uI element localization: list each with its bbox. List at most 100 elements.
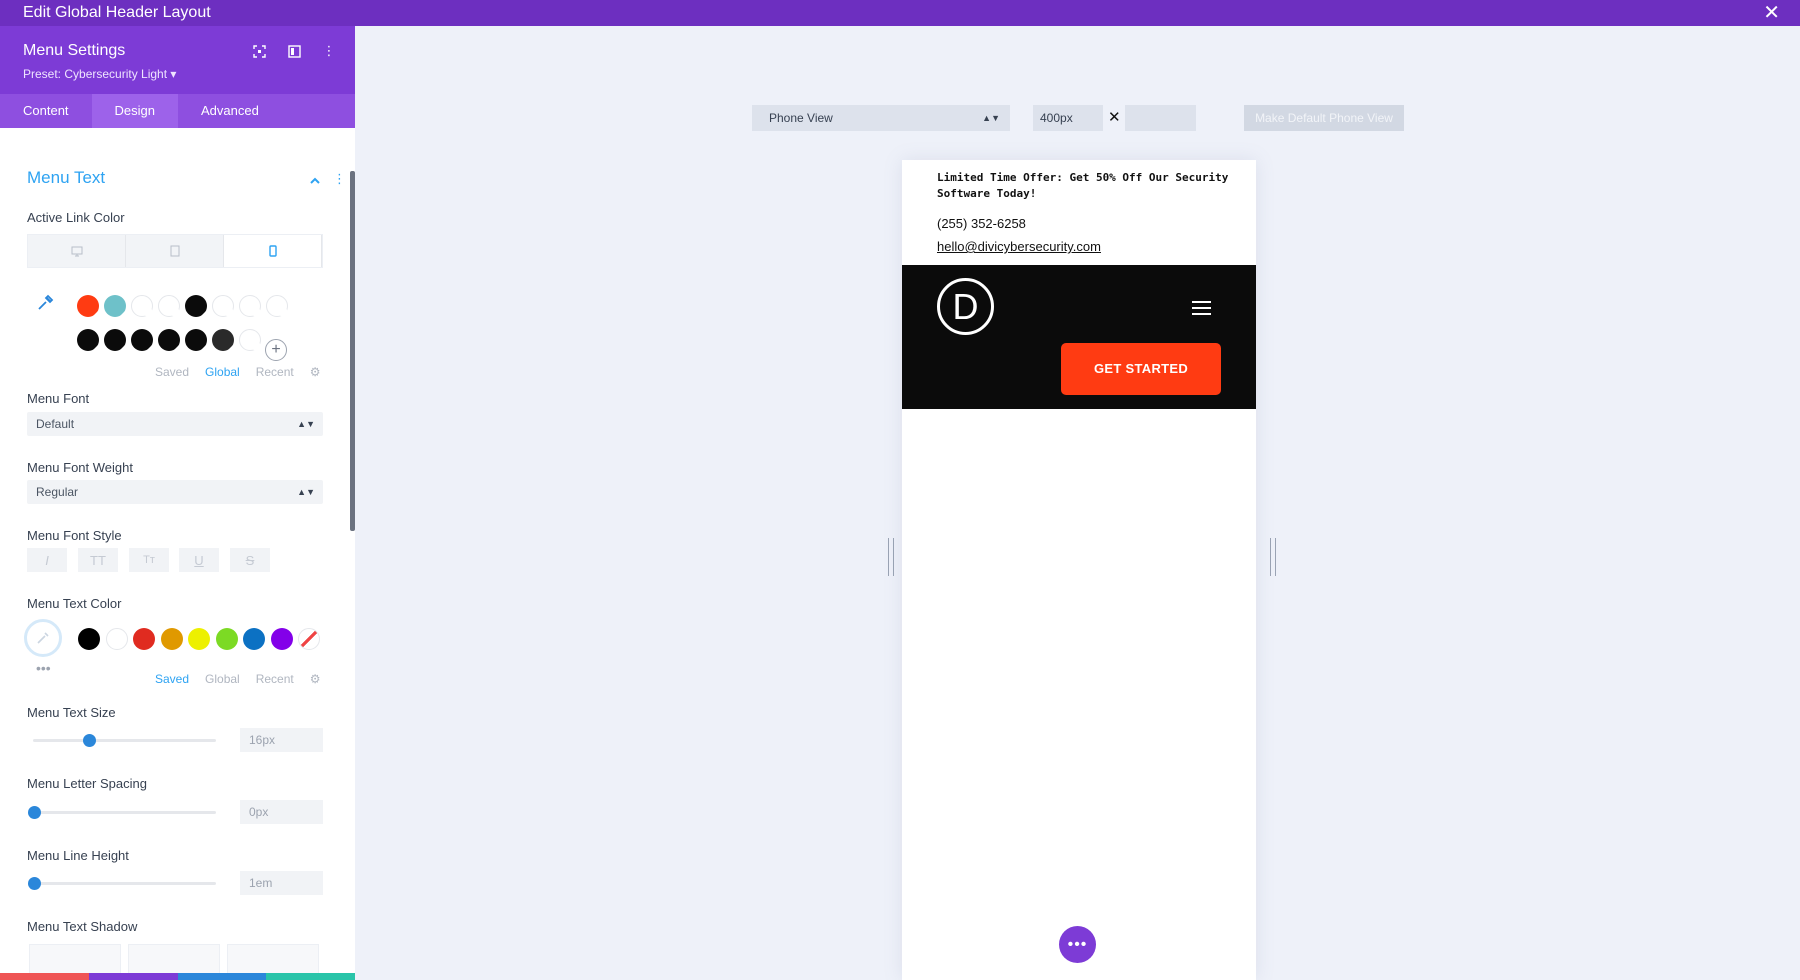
color-picker-tabs: Saved Global Recent ⚙	[155, 365, 321, 379]
menu-letter-spacing-input[interactable]: 0px	[240, 800, 323, 824]
save-button[interactable]: ✔	[266, 973, 355, 980]
color-swatch[interactable]	[212, 329, 234, 351]
slider-handle[interactable]	[82, 734, 96, 747]
hamburger-menu-icon[interactable]	[1192, 301, 1211, 315]
fullscreen-icon[interactable]	[251, 43, 267, 59]
menu-font-weight-select[interactable]: Regular ▲▼	[27, 480, 323, 504]
preset-selector[interactable]: Preset: Cybersecurity Light ▾	[23, 67, 176, 81]
resize-handle-left[interactable]	[888, 538, 894, 576]
color-swatch[interactable]	[188, 628, 210, 650]
color-swatch[interactable]	[212, 295, 234, 317]
saved-tab[interactable]: Saved	[155, 365, 189, 379]
select-arrows-icon: ▲▼	[982, 113, 1000, 123]
panel-tabs: Content Design Advanced	[0, 94, 355, 128]
top-bar: Edit Global Header Layout ✕	[0, 0, 1800, 26]
eyedropper-icon[interactable]	[36, 294, 54, 317]
menu-font-style-label: Menu Font Style	[27, 528, 122, 543]
tablet-icon[interactable]	[126, 235, 224, 267]
select-arrows-icon: ▲▼	[297, 487, 315, 497]
view-mode-select[interactable]: Phone View ▲▼	[752, 105, 1010, 131]
panel-title: Menu Settings	[23, 42, 126, 59]
section-title[interactable]: Menu Text	[27, 168, 105, 188]
color-swatch[interactable]	[133, 628, 155, 650]
menu-text-size-label: Menu Text Size	[27, 705, 116, 720]
menu-line-height-slider[interactable]	[33, 882, 216, 885]
color-swatch[interactable]	[239, 329, 261, 351]
preview-width-input[interactable]: 400px	[1033, 105, 1103, 131]
color-swatch[interactable]	[270, 628, 293, 650]
more-actions-icon[interactable]: •••	[1059, 926, 1096, 963]
slider-handle[interactable]	[28, 806, 41, 819]
color-swatch[interactable]	[131, 295, 153, 317]
color-swatch[interactable]	[266, 295, 288, 317]
more-options-icon[interactable]: ⋮	[321, 43, 337, 59]
times-icon: ✕	[1108, 109, 1121, 126]
menu-text-size-input[interactable]: 16px	[240, 728, 323, 752]
chevron-up-icon[interactable]	[310, 173, 320, 187]
gear-icon[interactable]: ⚙	[310, 672, 321, 686]
add-color-icon[interactable]: +	[265, 339, 287, 361]
global-tab[interactable]: Global	[205, 672, 240, 686]
color-swatch[interactable]	[158, 295, 180, 317]
undo-button[interactable]: ↺	[88, 973, 178, 980]
color-swatch[interactable]	[160, 628, 183, 650]
contact-phone[interactable]: (255) 352-6258	[937, 216, 1026, 231]
global-tab[interactable]: Global	[205, 365, 240, 379]
close-icon[interactable]: ✕	[1763, 2, 1780, 24]
color-swatch[interactable]	[243, 628, 265, 650]
preview-height-input[interactable]	[1125, 105, 1196, 131]
underline-icon[interactable]: U	[179, 548, 219, 572]
redo-button[interactable]: ↻	[177, 973, 267, 980]
italic-icon[interactable]: I	[27, 548, 67, 572]
offer-banner-text: Limited Time Offer: Get 50% Off Our Secu…	[937, 171, 1229, 200]
recent-tab[interactable]: Recent	[256, 365, 294, 379]
menu-letter-spacing-label: Menu Letter Spacing	[27, 776, 147, 791]
contact-email[interactable]: hello@divicybersecurity.com	[937, 239, 1101, 254]
color-swatch[interactable]	[239, 295, 261, 317]
menu-text-color-label: Menu Text Color	[27, 596, 122, 611]
color-swatch[interactable]	[105, 628, 128, 650]
menu-letter-spacing-slider[interactable]	[33, 811, 216, 814]
desktop-icon[interactable]	[28, 235, 126, 267]
uppercase-icon[interactable]: TT	[78, 548, 118, 572]
color-swatch[interactable]	[77, 295, 99, 317]
phone-icon[interactable]	[224, 235, 322, 267]
menu-font-label: Menu Font	[27, 391, 90, 406]
strikethrough-icon[interactable]: S	[230, 548, 270, 572]
color-swatch[interactable]	[185, 295, 207, 317]
more-colors-icon[interactable]: •••	[36, 660, 51, 676]
menu-text-size-slider[interactable]	[33, 739, 216, 742]
saved-tab[interactable]: Saved	[155, 672, 189, 686]
color-swatch[interactable]	[104, 329, 126, 351]
slider-handle[interactable]	[28, 877, 41, 890]
recent-tab[interactable]: Recent	[256, 672, 294, 686]
gear-icon[interactable]: ⚙	[310, 365, 321, 379]
section-options-icon[interactable]: ⋮	[333, 171, 346, 187]
site-logo[interactable]: D	[937, 278, 994, 335]
color-swatch[interactable]	[78, 628, 100, 650]
sidebar-layout-icon[interactable]	[286, 43, 302, 59]
no-color-icon[interactable]	[298, 628, 320, 650]
panel-action-bar: ✖ ↺ ↻ ✔	[0, 973, 355, 980]
menu-line-height-input[interactable]: 1em	[240, 871, 323, 895]
color-swatch[interactable]	[77, 329, 99, 351]
panel-scrollbar[interactable]	[350, 171, 355, 531]
resize-handle-right[interactable]	[1270, 538, 1276, 576]
capitalize-icon[interactable]: Tт	[129, 548, 169, 572]
color-preview-icon[interactable]	[24, 619, 62, 657]
make-default-view-button[interactable]: Make Default Phone View	[1244, 105, 1404, 131]
view-mode-value: Phone View	[769, 111, 833, 125]
color-swatch[interactable]	[215, 628, 238, 650]
tab-content[interactable]: Content	[0, 94, 92, 128]
color-swatch[interactable]	[131, 329, 153, 351]
settings-panel: Menu Settings Preset: Cybersecurity Ligh…	[0, 26, 355, 980]
tab-design[interactable]: Design	[91, 94, 179, 128]
tab-advanced[interactable]: Advanced	[178, 94, 282, 128]
color-swatch[interactable]	[158, 329, 180, 351]
cancel-button[interactable]: ✖	[0, 973, 89, 980]
color-swatch[interactable]	[185, 329, 207, 351]
get-started-button[interactable]: GET STARTED	[1061, 343, 1221, 395]
menu-font-select[interactable]: Default ▲▼	[27, 412, 323, 436]
color-swatch[interactable]	[104, 295, 126, 317]
active-link-color-label: Active Link Color	[27, 210, 125, 225]
